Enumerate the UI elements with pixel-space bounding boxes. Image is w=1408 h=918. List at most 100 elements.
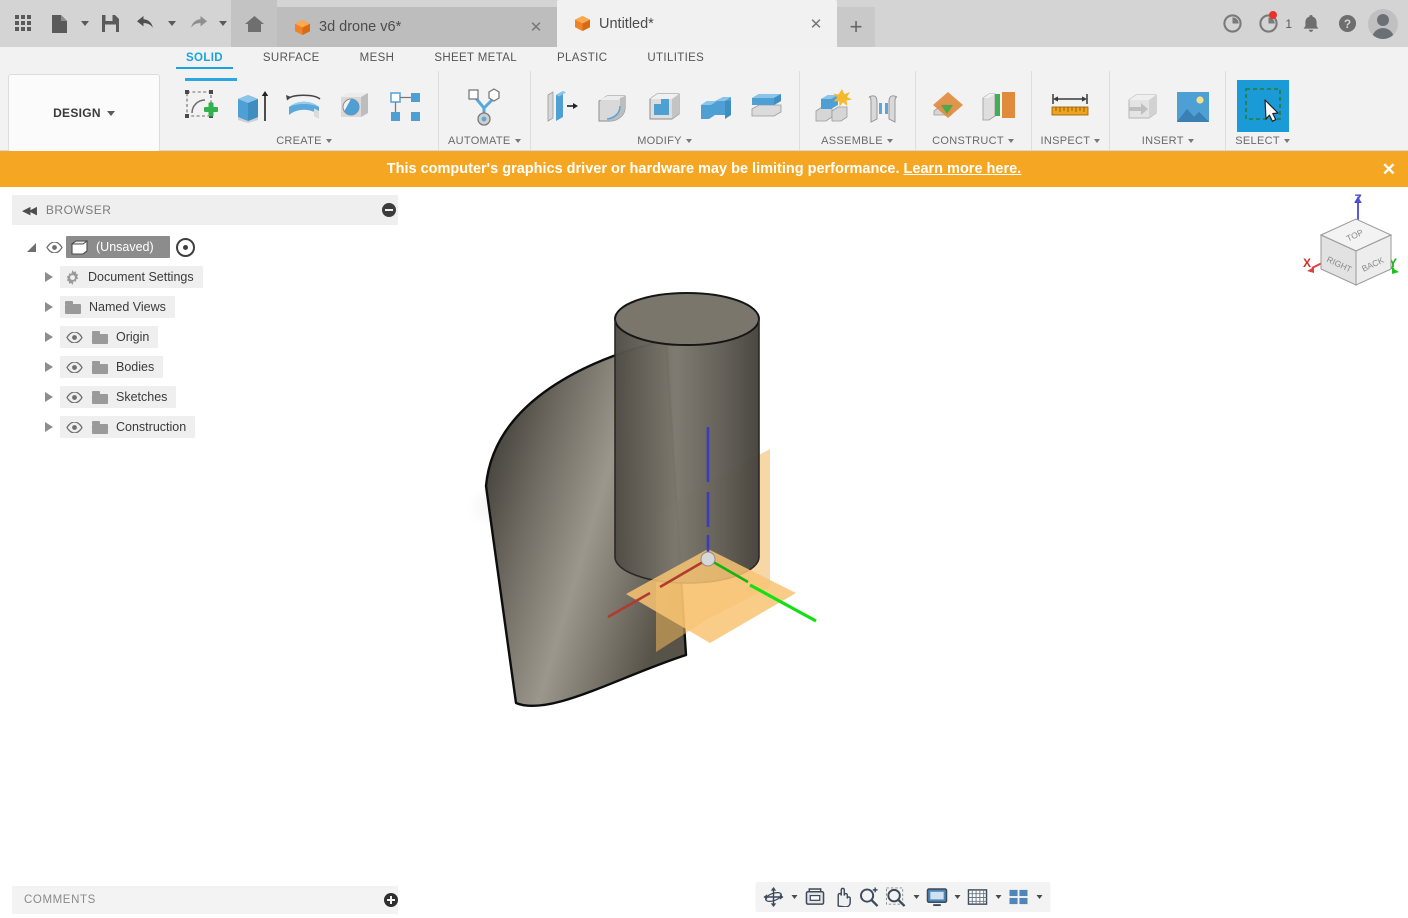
tree-item-label-box: Document Settings bbox=[60, 266, 203, 288]
new-tab-button[interactable]: + bbox=[837, 7, 875, 47]
panel-label-text: ASSEMBLE bbox=[821, 135, 883, 147]
expand-toggle-icon[interactable] bbox=[38, 302, 60, 312]
ribbon-tab-plastic[interactable]: PLASTIC bbox=[537, 47, 627, 69]
add-comment-icon[interactable] bbox=[384, 893, 398, 907]
bell-icon[interactable] bbox=[1294, 4, 1328, 44]
redo-dropdown-icon[interactable] bbox=[216, 4, 229, 44]
save-icon[interactable] bbox=[93, 4, 127, 44]
visibility-eye-icon[interactable] bbox=[65, 422, 84, 433]
tree-item-document-settings[interactable]: Document Settings bbox=[20, 262, 380, 292]
tree-item-named-views[interactable]: Named Views bbox=[20, 292, 380, 322]
banner-learn-more-link[interactable]: Learn more here. bbox=[904, 161, 1022, 177]
new-component-icon[interactable] bbox=[809, 82, 855, 132]
undo-dropdown-icon[interactable] bbox=[165, 4, 178, 44]
minimize-icon[interactable] bbox=[382, 203, 396, 217]
panel-assemble-label[interactable]: ASSEMBLE bbox=[821, 132, 893, 150]
orbit-icon[interactable] bbox=[762, 886, 786, 908]
ribbon-tab-sheet-metal[interactable]: SHEET METAL bbox=[414, 47, 537, 69]
visibility-eye-icon[interactable] bbox=[65, 392, 84, 403]
offset-plane-icon[interactable] bbox=[925, 82, 971, 132]
panel-insert-label[interactable]: INSERT bbox=[1142, 132, 1194, 150]
orbit-dropdown-icon[interactable] bbox=[789, 886, 800, 908]
tree-item-bodies[interactable]: Bodies bbox=[20, 352, 380, 382]
tree-item-sketches[interactable]: Sketches bbox=[20, 382, 380, 412]
visibility-eye-icon[interactable] bbox=[65, 362, 84, 373]
document-tab-1[interactable]: Untitled* ✕ bbox=[557, 0, 837, 47]
tree-item-construction[interactable]: Construction bbox=[20, 412, 380, 442]
activate-component-icon[interactable] bbox=[176, 238, 195, 257]
expand-toggle-icon[interactable] bbox=[38, 422, 60, 432]
document-tab-0[interactable]: 3d drone v6* ✕ bbox=[277, 7, 557, 47]
tree-item-origin[interactable]: Origin bbox=[20, 322, 380, 352]
job-status-icon[interactable] bbox=[1215, 4, 1249, 44]
undo-icon[interactable] bbox=[129, 4, 163, 44]
expand-toggle-icon[interactable] bbox=[38, 272, 60, 282]
expand-toggle-icon[interactable] bbox=[38, 332, 60, 342]
display-settings-icon[interactable] bbox=[925, 886, 949, 908]
close-icon[interactable]: ✕ bbox=[527, 18, 545, 36]
sphere-icon[interactable] bbox=[332, 82, 378, 132]
comments-bar[interactable]: COMMENTS bbox=[12, 886, 410, 914]
extrude-icon[interactable] bbox=[230, 82, 276, 132]
panel-label-text: INSPECT bbox=[1041, 135, 1091, 147]
visibility-eye-icon[interactable] bbox=[42, 242, 66, 253]
panel-select-label[interactable]: SELECT bbox=[1235, 132, 1290, 150]
app-grid-icon[interactable] bbox=[6, 4, 40, 44]
split-face-icon[interactable] bbox=[744, 82, 790, 132]
create-sketch-icon[interactable] bbox=[179, 82, 225, 132]
notification-badge-icon[interactable] bbox=[1251, 4, 1285, 44]
pan-icon[interactable] bbox=[830, 886, 854, 908]
expand-toggle-icon[interactable] bbox=[38, 362, 60, 372]
joint-icon[interactable] bbox=[860, 82, 906, 132]
plane-at-angle-icon[interactable] bbox=[976, 82, 1022, 132]
close-icon[interactable]: ✕ bbox=[1382, 161, 1396, 178]
grid-snaps-icon[interactable] bbox=[966, 886, 990, 908]
insert-derive-icon[interactable] bbox=[1119, 82, 1165, 132]
panel-create-label[interactable]: CREATE bbox=[276, 132, 332, 150]
tree-item-unsaved[interactable]: (Unsaved) bbox=[20, 232, 380, 262]
panel-modify-label[interactable]: MODIFY bbox=[637, 132, 692, 150]
model-viewport[interactable] bbox=[398, 187, 1408, 918]
pattern-icon[interactable] bbox=[383, 82, 429, 132]
help-icon[interactable]: ? bbox=[1330, 4, 1364, 44]
automate-icon[interactable] bbox=[461, 82, 507, 132]
collapse-icon[interactable]: ◀◀ bbox=[22, 204, 35, 217]
viewports-dropdown-icon[interactable] bbox=[1034, 886, 1045, 908]
close-icon[interactable]: ✕ bbox=[807, 15, 825, 33]
expand-toggle-icon[interactable] bbox=[20, 243, 42, 252]
measure-icon[interactable] bbox=[1047, 82, 1093, 132]
ribbon-tab-utilities[interactable]: UTILITIES bbox=[627, 47, 724, 69]
panel-automate-label[interactable]: AUTOMATE bbox=[448, 132, 521, 150]
press-pull-icon[interactable] bbox=[540, 82, 586, 132]
home-icon[interactable] bbox=[231, 0, 277, 47]
new-file-icon[interactable] bbox=[42, 4, 76, 44]
panel-construct-label[interactable]: CONSTRUCT bbox=[932, 132, 1014, 150]
redo-icon[interactable] bbox=[180, 4, 214, 44]
chevron-down-icon bbox=[887, 139, 893, 143]
ribbon-tab-surface[interactable]: SURFACE bbox=[243, 47, 340, 69]
fit-icon[interactable] bbox=[884, 886, 908, 908]
avatar[interactable] bbox=[1366, 4, 1400, 44]
view-cube[interactable]: Z X Y TOP RIGHT BACK bbox=[1292, 191, 1402, 299]
look-at-icon[interactable] bbox=[803, 886, 827, 908]
viewports-icon[interactable] bbox=[1007, 886, 1031, 908]
ribbon-tab-solid[interactable]: SOLID bbox=[166, 47, 243, 69]
ribbon-tab-mesh[interactable]: MESH bbox=[340, 47, 415, 69]
visibility-eye-icon[interactable] bbox=[65, 332, 84, 343]
combine-icon[interactable] bbox=[693, 82, 739, 132]
canvas-image-icon[interactable] bbox=[1170, 82, 1216, 132]
grid-snaps-dropdown-icon[interactable] bbox=[993, 886, 1004, 908]
expand-toggle-icon[interactable] bbox=[38, 392, 60, 402]
fillet-icon[interactable] bbox=[591, 82, 637, 132]
new-file-dropdown-icon[interactable] bbox=[78, 4, 91, 44]
select-window-icon[interactable] bbox=[1237, 80, 1289, 132]
zoom-icon[interactable] bbox=[857, 886, 881, 908]
shell-icon[interactable] bbox=[642, 82, 688, 132]
fit-dropdown-icon[interactable] bbox=[911, 886, 922, 908]
workspace-selector[interactable]: DESIGN bbox=[8, 74, 160, 152]
3d-canvas[interactable]: Z X Y TOP RIGHT BACK bbox=[398, 187, 1408, 918]
panel-inspect-label[interactable]: INSPECT bbox=[1041, 132, 1101, 150]
chevron-down-icon bbox=[515, 139, 521, 143]
revolve-icon[interactable] bbox=[281, 82, 327, 132]
display-settings-dropdown-icon[interactable] bbox=[952, 886, 963, 908]
